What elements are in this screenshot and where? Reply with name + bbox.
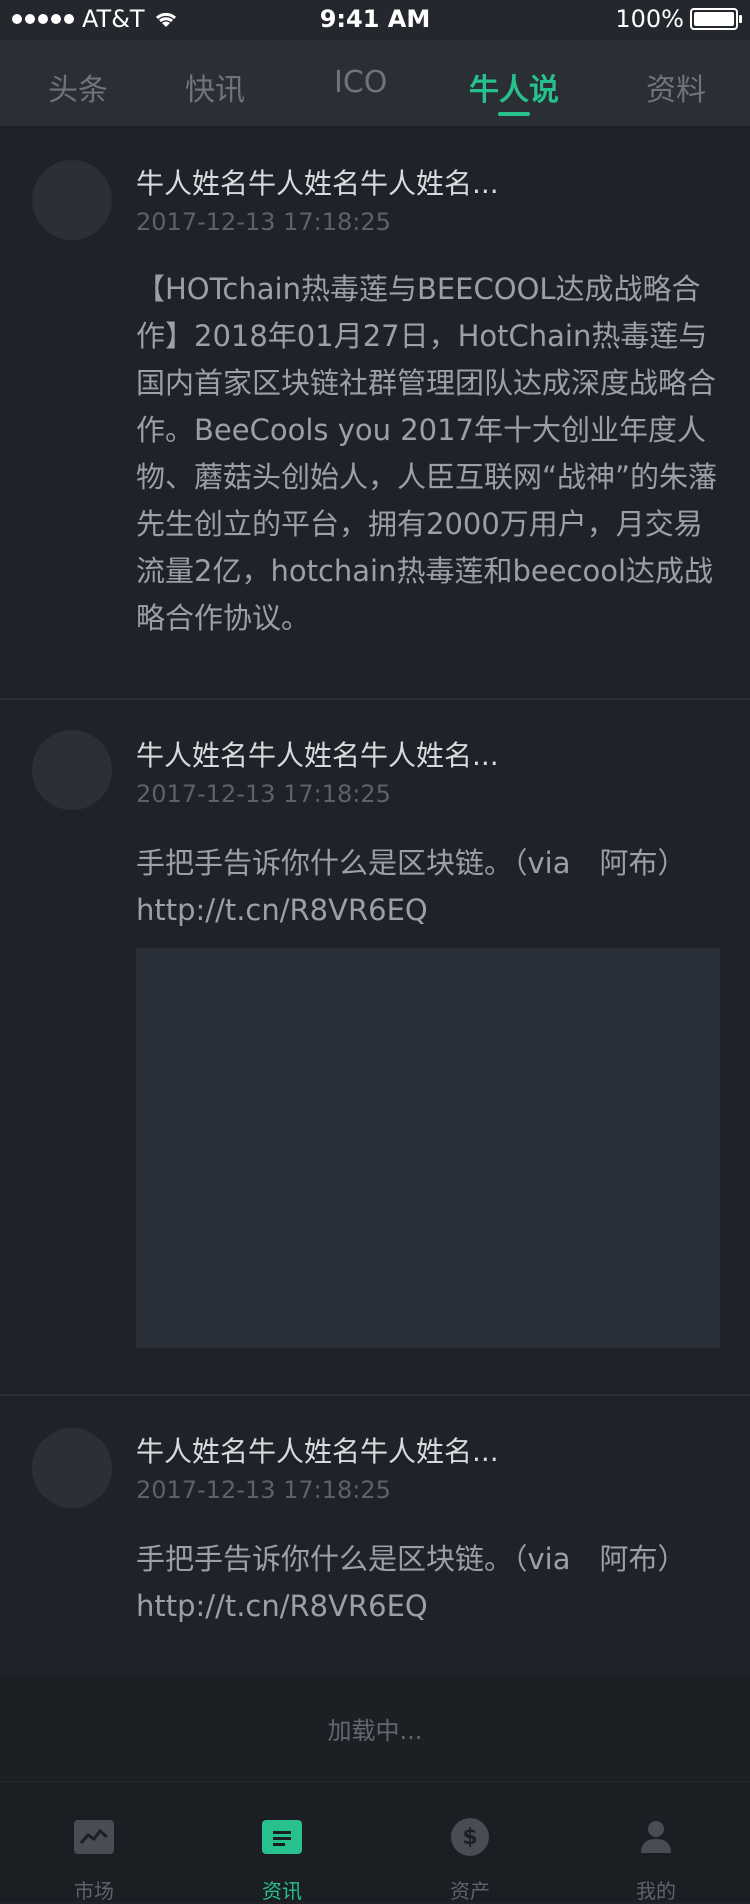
post-content: 手把手告诉你什么是区块链。（via 阿布）http://t.cn/R8VR6EQ xyxy=(136,1542,687,1623)
news-icon xyxy=(262,1820,302,1854)
tabbar-label: 市场 xyxy=(74,1879,114,1903)
dollar-icon: $ xyxy=(451,1818,489,1856)
battery-icon xyxy=(690,8,742,30)
post-time: 2017-12-13 17:18:25 xyxy=(136,208,391,236)
post-content: 手把手告诉你什么是区块链。（via 阿布）http://t.cn/R8VR6EQ xyxy=(136,846,687,927)
tabbar-item-market[interactable]: 市场 xyxy=(0,1782,188,1903)
news-tabs: 头条 快讯 ICO 牛人说 资料 xyxy=(0,40,750,126)
bottom-tab-bar: 市场 资讯 $ 资产 我的 xyxy=(0,1781,750,1903)
status-right: 100% xyxy=(615,5,742,33)
post-item[interactable]: 牛人姓名牛人姓名牛人姓名... 2017-12-13 17:18:25 【HOT… xyxy=(0,126,750,700)
tab-resources[interactable]: 资料 xyxy=(646,65,706,109)
post-content: 【HOTchain热毒莲与BEECOOL达成战略合作】2018年01月27日，H… xyxy=(136,272,718,635)
tabbar-item-news[interactable]: 资讯 xyxy=(188,1782,376,1903)
person-icon xyxy=(636,1820,676,1854)
post-image[interactable] xyxy=(136,948,720,1348)
post-time: 2017-12-13 17:18:25 xyxy=(136,780,391,808)
market-chart-icon xyxy=(74,1820,114,1854)
status-bar: AT&T 9:41 AM 100% xyxy=(0,0,750,40)
post-item[interactable]: 牛人姓名牛人姓名牛人姓名... 2017-12-13 17:18:25 手把手告… xyxy=(0,1394,750,1676)
avatar[interactable] xyxy=(32,160,112,240)
tab-experts[interactable]: 牛人说 xyxy=(469,65,559,109)
battery-percent: 100% xyxy=(615,5,684,33)
tabbar-label: 资讯 xyxy=(262,1879,302,1903)
post-item[interactable]: 牛人姓名牛人姓名牛人姓名... 2017-12-13 17:18:25 手把手告… xyxy=(0,698,750,1396)
post-time: 2017-12-13 17:18:25 xyxy=(136,1476,391,1504)
tab-flash-news[interactable]: 快讯 xyxy=(185,65,245,109)
tab-ico[interactable]: ICO xyxy=(334,65,387,100)
avatar[interactable] xyxy=(32,730,112,810)
tabbar-item-profile[interactable]: 我的 xyxy=(562,1782,750,1903)
tabbar-item-assets[interactable]: $ 资产 xyxy=(376,1782,564,1903)
active-tab-indicator xyxy=(498,112,530,116)
tabbar-label: 资产 xyxy=(450,1879,490,1903)
author-name[interactable]: 牛人姓名牛人姓名牛人姓名... xyxy=(136,1430,499,1470)
author-name[interactable]: 牛人姓名牛人姓名牛人姓名... xyxy=(136,162,499,202)
tab-headlines[interactable]: 头条 xyxy=(48,65,108,109)
tabbar-label: 我的 xyxy=(636,1879,676,1903)
loading-indicator: 加载中... xyxy=(0,1676,750,1781)
avatar[interactable] xyxy=(32,1428,112,1508)
author-name[interactable]: 牛人姓名牛人姓名牛人姓名... xyxy=(136,734,499,774)
